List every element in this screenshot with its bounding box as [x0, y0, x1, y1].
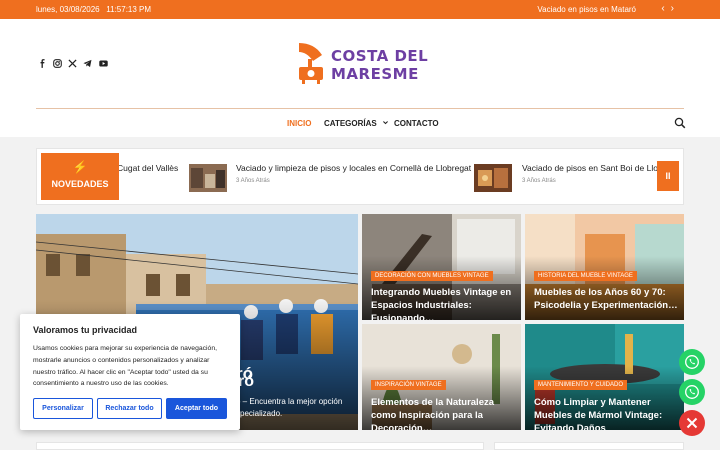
logo-line-1: COSTA DEL — [331, 47, 429, 65]
x-icon[interactable] — [68, 59, 77, 68]
bolt-icon: ⚡ — [72, 160, 88, 174]
chevron-down-icon — [383, 121, 388, 125]
telegram-icon[interactable] — [83, 59, 92, 68]
search-icon[interactable] — [674, 117, 686, 129]
site-logo[interactable]: COSTA DEL MARESME — [295, 41, 430, 87]
news-ticker: ⚡ NOVEDADES Cugat del Vallès Vaciado y l… — [36, 148, 684, 205]
top-ticker-controls: ‹› — [661, 3, 680, 14]
gramophone-logo-icon — [299, 43, 323, 84]
ticker-item[interactable]: Cugat del Vallès — [117, 163, 178, 173]
ticker-thumbnail[interactable] — [474, 164, 512, 192]
featured-post-excerpt-line-2: specializado. — [236, 409, 283, 418]
header-divider — [36, 108, 684, 109]
ticker-item[interactable]: Vaciado y limpieza de pisos y locales en… — [236, 163, 471, 184]
facebook-icon[interactable] — [38, 59, 47, 68]
post-category[interactable]: Mantenimiento y Cuidado — [534, 380, 628, 390]
whatsapp-button[interactable] — [679, 379, 705, 405]
post-card[interactable]: Inspiración Vintage Elementos de la Natu… — [362, 324, 521, 430]
ticker-item-title: Cugat del Vallès — [117, 163, 179, 173]
nav-item-inicio[interactable]: INICIO — [287, 119, 311, 128]
cookie-accept-button[interactable]: Aceptar todo — [166, 398, 227, 419]
post-category[interactable]: Historia del Mueble Vintage — [534, 271, 637, 281]
ticker-prev-button[interactable]: ‹ — [661, 3, 670, 14]
date-time: lunes, 03/08/2026 11:57:13 PM — [36, 5, 151, 14]
post-title: Muebles de los Años 60 y 70: Psicodelia … — [534, 287, 678, 311]
ticker-next-button[interactable]: › — [671, 3, 680, 14]
current-time: 11:57:13 PM — [106, 5, 152, 14]
whatsapp-icon — [685, 355, 699, 369]
ticker-pause-button[interactable]: II — [657, 161, 679, 191]
top-ticker-headline[interactable]: Vaciado en pisos en Mataró — [537, 5, 636, 14]
novedades-label: NOVEDADES — [51, 179, 109, 189]
cookie-body: Usamos cookies para mejorar su experienc… — [33, 345, 217, 388]
nav-item-contacto[interactable]: CONTACTO — [394, 119, 439, 128]
featured-post-excerpt-line-1: ó – Encuentra la mejor opción — [236, 397, 343, 406]
post-category[interactable]: Decoración con Muebles Vintage — [371, 271, 493, 281]
content-section-top — [36, 442, 484, 450]
post-card[interactable]: Decoración con Muebles Vintage Integrand… — [362, 214, 521, 320]
close-icon — [686, 417, 698, 429]
ticker-item-title: Vaciado de pisos en Sant Boi de Llobre — [522, 163, 671, 173]
post-card[interactable]: Historia del Mueble Vintage Muebles de l… — [525, 214, 684, 320]
ticker-item-age: 3 Años Atrás — [522, 178, 556, 184]
main-navigation: INICIO CATEGORÍAS CONTACTO — [0, 117, 720, 133]
featured-post-title-fragment: ró — [238, 373, 254, 390]
whatsapp-icon — [685, 385, 699, 399]
social-links — [38, 59, 109, 68]
current-date: lunes, 03/08/2026 — [36, 5, 100, 14]
post-title: Integrando Muebles Vintage en Espacios I… — [371, 287, 512, 320]
cookie-consent-banner: Valoramos tu privacidad Usamos cookies p… — [20, 314, 240, 430]
site-header: COSTA DEL MARESME INICIO CATEGORÍAS CONT… — [0, 19, 720, 137]
youtube-icon[interactable] — [98, 59, 109, 68]
cookie-customize-button[interactable]: Personalizar — [33, 398, 93, 419]
ticker-thumbnail[interactable] — [189, 164, 227, 192]
novedades-badge: ⚡ NOVEDADES — [41, 153, 119, 200]
whatsapp-button[interactable] — [679, 349, 705, 375]
top-bar: lunes, 03/08/2026 11:57:13 PM Vaciado en… — [0, 0, 720, 19]
cookie-title: Valoramos tu privacidad — [33, 325, 138, 335]
sidebar-section-top — [494, 442, 684, 450]
nav-item-categorias-label: CATEGORÍAS — [324, 119, 377, 128]
close-floating-button[interactable] — [679, 410, 705, 436]
ticker-item[interactable]: Vaciado de pisos en Sant Boi de Llobre 3… — [522, 163, 670, 184]
ticker-item-title: Vaciado y limpieza de pisos y locales en… — [236, 163, 472, 173]
post-category[interactable]: Inspiración Vintage — [371, 380, 446, 390]
nav-item-categorias[interactable]: CATEGORÍAS — [324, 119, 389, 128]
ticker-item-age: 3 Años Atrás — [236, 178, 270, 184]
cookie-reject-button[interactable]: Rechazar todo — [97, 398, 162, 419]
instagram-icon[interactable] — [53, 59, 62, 68]
post-card[interactable]: Mantenimiento y Cuidado Cómo Limpiar y M… — [525, 324, 684, 430]
post-title: Cómo Limpiar y Mantener Muebles de Mármo… — [534, 397, 663, 430]
post-title: Elementos de la Naturaleza como Inspirac… — [371, 397, 495, 430]
logo-line-2: MARESME — [331, 65, 419, 83]
